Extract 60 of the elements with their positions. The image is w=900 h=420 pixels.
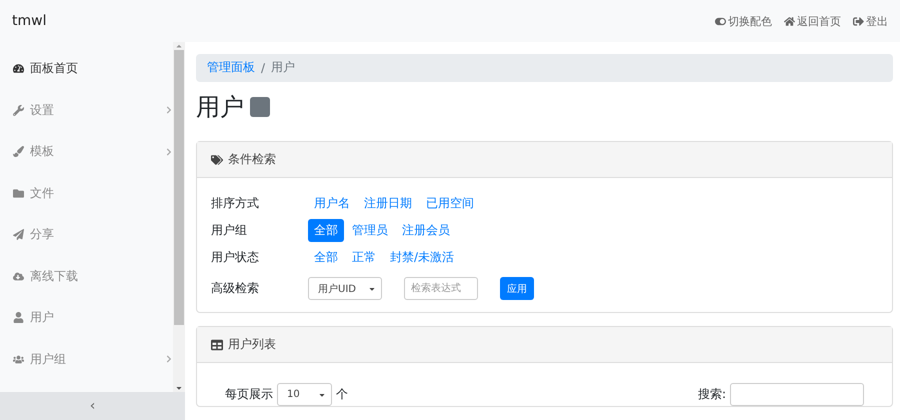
collapse-button[interactable]: ‹: [0, 392, 185, 420]
scrollbar[interactable]: [173, 42, 185, 392]
filter-option[interactable]: 注册日期: [358, 192, 418, 215]
search-label: 搜索:: [698, 386, 726, 403]
breadcrumb-current: 用户: [271, 59, 296, 76]
card-title: 用户列表: [228, 336, 276, 353]
chevron-icon: [165, 355, 173, 364]
filter-label: 高级检索: [211, 280, 260, 297]
filter-option[interactable]: 已用空间: [420, 192, 480, 215]
card-title: 条件检索: [228, 151, 276, 168]
sidebar-item[interactable]: 分享: [0, 214, 173, 256]
page-size-label: 每页展示: [225, 386, 273, 403]
separator: /: [261, 60, 266, 75]
badge: [250, 97, 270, 118]
filter-label: 用户状态: [211, 249, 260, 266]
unit-label: 个: [336, 386, 348, 403]
home-icon: [784, 16, 795, 26]
chevron-icon: [165, 106, 173, 114]
search-expression-field[interactable]: 检索表达式: [404, 277, 478, 300]
sidebar-item[interactable]: 离线下载: [0, 256, 173, 297]
sidebar-item[interactable]: 文件: [0, 172, 173, 214]
scroll-up-icon[interactable]: [175, 42, 183, 50]
nav-link[interactable]: 登出: [853, 14, 888, 28]
filter-option[interactable]: 封禁/未激活: [384, 246, 460, 269]
search-field[interactable]: [730, 383, 864, 406]
wrench-icon: [13, 104, 24, 116]
sidebar-item[interactable]: 用户: [0, 297, 173, 338]
sidebar-item[interactable]: 面板首页: [0, 48, 173, 90]
scroll-down-icon[interactable]: [175, 384, 183, 392]
brush-icon: [13, 146, 24, 158]
sidebar-item[interactable]: 设置: [0, 90, 173, 131]
apply-button[interactable]: 应用: [500, 277, 534, 300]
page-title: 用户: [196, 92, 244, 124]
sidebar-item[interactable]: 用户组: [0, 338, 173, 380]
filter-option[interactable]: 全部: [308, 219, 344, 242]
sidebar-item[interactable]: 模板: [0, 131, 173, 172]
nav-link[interactable]: 切换配色: [715, 14, 772, 28]
filter-option[interactable]: 全部: [308, 246, 344, 269]
user-icon: [13, 312, 24, 324]
filter-label: 用户组: [211, 222, 248, 239]
filter-option[interactable]: 注册会员: [396, 219, 456, 242]
sign-out-icon: [853, 16, 864, 26]
cloud-download-icon: [13, 270, 24, 282]
brand-name: tmwl: [12, 13, 46, 29]
table-icon: [211, 338, 223, 350]
chevron-icon: [165, 148, 173, 156]
breadcrumb-link[interactable]: 管理面板: [207, 59, 255, 76]
filter-option[interactable]: 正常: [346, 246, 382, 269]
nav-link[interactable]: 返回首页: [784, 14, 841, 28]
filter-option[interactable]: 管理员: [346, 219, 394, 242]
field-select[interactable]: 用户UID: [308, 277, 382, 300]
filter-option[interactable]: 用户名: [308, 192, 356, 215]
folder-icon: [13, 188, 24, 199]
gauge-icon: [13, 63, 24, 74]
paper-plane-icon: [13, 229, 24, 240]
toggle-icon: [715, 16, 726, 26]
users-icon: [13, 354, 24, 365]
page-size-select[interactable]: 10: [277, 383, 332, 406]
filter-label: 排序方式: [211, 195, 260, 212]
tags-icon: [211, 154, 223, 166]
